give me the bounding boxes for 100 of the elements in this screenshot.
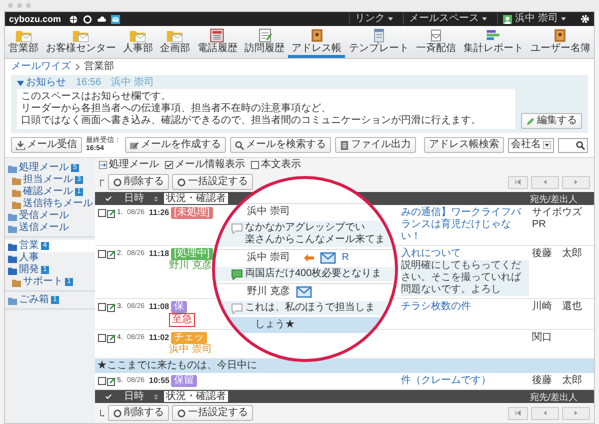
subject-link[interactable]: 入れについて [401,248,529,260]
folder-item[interactable]: 送信メール [5,222,95,234]
check-icon[interactable] [105,393,112,400]
caret-icon [561,17,566,21]
app-tab[interactable]: アドレス帳 [288,26,346,58]
breadcrumb-link[interactable]: メールワイズ [11,61,71,73]
first-page-icon [515,179,521,185]
compose-icon [130,140,139,150]
app-tab[interactable]: 電話履歴 [194,26,241,58]
action-button[interactable]: 削除する [108,174,169,190]
edit-icon[interactable] [107,334,116,342]
app-tab[interactable]: ユーザー名簿 [526,26,594,58]
view-option[interactable]: メール情報表示 [165,159,245,171]
author-name: 野川 克彦 [247,286,290,298]
globe-icon[interactable] [69,14,78,24]
time-text: 11:26 [149,207,170,219]
sort-icon[interactable] [154,394,158,400]
app-tab[interactable]: 集計レポート [460,26,527,58]
return-arrow-icon [99,178,105,186]
app-label: 営業部 [8,43,39,54]
address-search-button[interactable]: アドレス帳検索 [424,137,504,153]
arrow-icon [304,254,314,262]
comment-text: 両国店だけ400枚必要となりま [245,268,382,280]
caret-icon [543,141,551,149]
checkbox[interactable] [98,303,106,311]
checkbox[interactable] [98,209,106,217]
folder-item[interactable]: 受信メール [5,210,95,222]
comment-text: なかなかアグレッシブでい [245,222,366,234]
sort-icon[interactable] [154,196,158,202]
app-tab[interactable]: 営業部 [5,26,42,58]
assignee-tag: 浜中 崇司 [169,344,212,356]
first-page-icon [515,410,521,416]
check-icon[interactable] [105,195,112,202]
status-filter-select[interactable]: 状況・確認者 [164,193,228,204]
author-name: 浜中 崇司 [247,206,290,218]
time-text: 11:08 [149,301,170,313]
app-label: 企画部 [160,43,190,54]
app-tab[interactable]: テンプレート [345,26,412,58]
view-option[interactable]: 処理メール [99,159,159,171]
header-menu[interactable]: リンク [349,13,398,25]
caret-icon [388,17,394,21]
checkbox[interactable] [98,377,106,385]
status-label: 保留 [171,375,197,387]
search-field[interactable] [558,138,588,152]
edit-button[interactable]: 編集する [521,113,582,129]
app-tab[interactable]: 企画部 [156,26,194,58]
column-header[interactable]: 日時 [124,390,148,402]
circle-icon[interactable] [83,14,92,24]
pencil-icon [526,116,535,126]
status-filter-select[interactable]: 状況・確認者 [164,391,228,402]
first-page-button[interactable] [508,176,528,188]
notice-toggle[interactable]: お知らせ [17,77,66,89]
arrow-icon [99,161,107,169]
checkbox[interactable] [98,250,106,258]
caret-icon [482,17,488,21]
logo[interactable]: cybozu.com [9,13,62,25]
edit-icon[interactable] [107,208,116,218]
action-button[interactable]: 一括設定する [172,405,253,421]
view-option[interactable]: 本文表示 [251,159,301,171]
edit-icon[interactable] [107,250,116,258]
action-button[interactable]: 一括設定する [172,174,253,190]
column-header: 宛先/差出人 [530,192,579,204]
cloud-icon[interactable] [97,14,106,24]
app-tab[interactable]: 訪問履歴 [240,26,288,58]
return-arrow-icon [99,408,105,418]
header-menu[interactable]: 浜中 崇司 [497,13,571,25]
edit-icon[interactable] [107,302,116,312]
toolbar-button[interactable]: メールを作成する [125,137,226,153]
subject-link[interactable]: 件（クレームです） [401,375,529,387]
sender-name: 川崎 還也 [531,301,583,313]
subject-link[interactable]: みの通信】ワークライフバランスは育児だけじゃない！ [401,207,529,243]
company-select[interactable]: 会社名 [508,138,554,152]
app-label: お客様センター [46,43,116,54]
first-page-button[interactable] [508,406,528,420]
folder-item[interactable]: 送信待ちメール [5,198,95,210]
column-header[interactable]: 日時 [124,192,148,204]
app-label: アドレス帳 [292,43,342,54]
sender-name: サイボウズPR [531,207,583,231]
settings-icon[interactable] [580,14,590,24]
action-button[interactable]: 削除する [108,405,169,421]
breadcrumb-current: 営業部 [84,61,114,73]
toolbar-button[interactable]: ファイル出力 [335,137,416,153]
header-menu[interactable]: メールスペース [403,13,492,25]
app-tab[interactable]: お客様センター [42,26,120,58]
receive-mail-button[interactable]: メール受信 [11,137,82,153]
status-label: [未処理] [171,207,213,219]
notice-text: 口頭ではなく画面へ書き込み、確認ができるので、担当者間のコミュニケーションが円滑に行えます。 [21,115,482,127]
app-tab[interactable]: 一斉配信 [412,26,460,58]
checkbox[interactable] [251,161,259,169]
document-icon [340,140,349,150]
mail-icon[interactable] [111,14,120,24]
checkbox[interactable] [98,334,106,342]
checkbox[interactable] [165,161,173,169]
toolbar-button[interactable]: メールを検索する [230,137,331,153]
time-text: 11:18 [149,248,170,260]
folder-item[interactable]: 人事 [5,252,95,264]
edit-icon[interactable] [107,376,116,386]
app-tab[interactable]: 人事部 [119,26,157,58]
subject-link[interactable]: チラシ枚数の件 [401,301,529,313]
urgent-tag: 至急 [169,313,195,327]
